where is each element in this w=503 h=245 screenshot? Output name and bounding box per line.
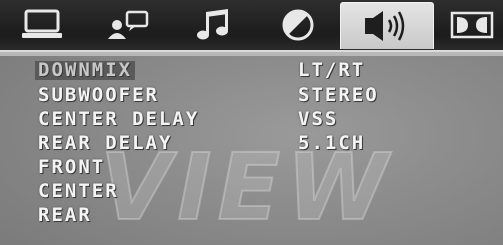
subwoofer-value[interactable]: STEREO <box>298 86 379 105</box>
menu-item-center-delay[interactable]: CENTER DELAY <box>38 110 199 129</box>
menu-item-rear[interactable]: REAR <box>38 206 92 225</box>
downmix-value[interactable]: LT/RT <box>298 61 365 80</box>
monitor-icon <box>20 9 64 41</box>
view-watermark: VIEW <box>99 134 394 241</box>
contrast-circle-icon <box>280 8 316 42</box>
audio-setup-panel: VIEW DOWNMIX LT/RT SUBWOOFER STEREO CENT… <box>0 50 503 245</box>
center-delay-value[interactable]: VSS <box>298 110 338 129</box>
speaker-audio-icon <box>359 9 415 43</box>
tab-display[interactable] <box>96 6 160 44</box>
dolby-icon <box>450 10 494 40</box>
tab-bar <box>0 0 503 52</box>
tab-audio-music[interactable] <box>182 6 246 44</box>
menu-item-front[interactable]: FRONT <box>38 158 105 177</box>
menu-item-downmix[interactable]: DOWNMIX <box>35 61 136 80</box>
tab-dolby[interactable] <box>440 6 503 44</box>
osd-screen: VIEW DOWNMIX LT/RT SUBWOOFER STEREO CENT… <box>0 0 503 245</box>
tab-general[interactable] <box>10 6 74 44</box>
music-notes-icon <box>194 8 234 42</box>
menu-item-rear-delay[interactable]: REAR DELAY <box>38 134 172 153</box>
menu-item-center[interactable]: CENTER <box>38 182 119 201</box>
person-display-icon <box>105 9 151 41</box>
tab-video[interactable] <box>266 6 330 44</box>
rear-delay-value[interactable]: 5.1CH <box>298 134 365 153</box>
menu-item-subwoofer[interactable]: SUBWOOFER <box>38 86 159 105</box>
tab-speaker-setup[interactable] <box>340 2 434 49</box>
